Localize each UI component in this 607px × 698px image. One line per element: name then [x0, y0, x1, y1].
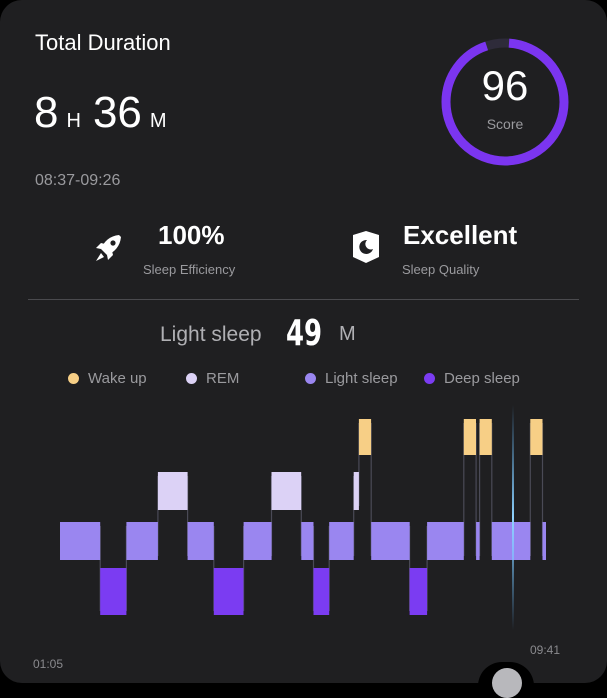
sleep-quality-label: Sleep Quality: [402, 262, 480, 277]
segment-light-sleep[interactable]: [329, 522, 354, 560]
legend-dot-deep-sleep: [424, 373, 435, 384]
duration-hours: 8: [34, 88, 59, 137]
segment-deep-sleep[interactable]: [409, 568, 428, 615]
legend-dot-light-sleep: [305, 373, 316, 384]
segment-wake-up[interactable]: [463, 419, 476, 455]
timeline-cursor[interactable]: [512, 405, 514, 630]
segment-rem[interactable]: [157, 472, 188, 510]
segment-rem[interactable]: [353, 472, 359, 510]
legend-label-rem: REM: [206, 370, 240, 387]
sleep-efficiency-label: Sleep Efficiency: [143, 262, 236, 277]
total-duration: 8 H 36 M: [34, 88, 179, 138]
legend-label-deep-sleep: Deep sleep: [444, 370, 520, 387]
segment-deep-sleep[interactable]: [100, 568, 127, 615]
segment-light-sleep[interactable]: [126, 522, 158, 560]
duration-minutes-unit: M: [149, 110, 167, 132]
moon-shield-icon: [353, 231, 379, 263]
legend-wake-up: Wake up: [68, 370, 147, 387]
segment-wake-up[interactable]: [530, 419, 543, 455]
segment-light-sleep[interactable]: [427, 522, 464, 560]
selected-stage-value: 49: [286, 313, 323, 354]
legend-label-light-sleep: Light sleep: [325, 370, 398, 387]
card-title: Total Duration: [35, 30, 171, 55]
legend-deep-sleep: Deep sleep: [424, 370, 520, 387]
legend-dot-wake-up: [68, 373, 79, 384]
segment-deep-sleep[interactable]: [213, 568, 244, 615]
sleep-quality-value: Excellent: [403, 220, 518, 250]
segment-deep-sleep[interactable]: [313, 568, 330, 615]
segment-rem[interactable]: [271, 472, 302, 510]
section-divider: [28, 299, 579, 300]
segment-light-sleep[interactable]: [476, 522, 480, 560]
rocket-icon: [96, 235, 121, 261]
bottom-handle-knob[interactable]: [492, 668, 522, 698]
segment-light-sleep[interactable]: [371, 522, 410, 560]
sleep-time-range: 08:37-09:26: [35, 172, 121, 189]
legend-label-wake-up: Wake up: [88, 370, 147, 387]
segment-light-sleep[interactable]: [243, 522, 272, 560]
duration-minutes: 36: [92, 88, 142, 137]
legend-rem: REM: [186, 370, 239, 387]
segment-light-sleep[interactable]: [542, 522, 547, 560]
selected-stage-unit: M: [339, 323, 356, 345]
duration-hours-unit: H: [66, 110, 81, 132]
segment-wake-up[interactable]: [479, 419, 492, 455]
legend-dot-rem: [186, 373, 197, 384]
score-value: 96: [481, 62, 529, 109]
legend-light-sleep: Light sleep: [305, 370, 398, 387]
sleep-efficiency-value: 100%: [158, 220, 225, 250]
sleep-summary-card: Total Duration 8 H 36 M 08:37-09:26 96 Scor…: [0, 0, 607, 683]
segment-wake-up[interactable]: [358, 419, 372, 455]
sleep-stage-timeline[interactable]: [0, 400, 607, 630]
selected-stage-label: Light sleep: [160, 323, 262, 346]
segment-light-sleep[interactable]: [60, 522, 101, 560]
segment-light-sleep[interactable]: [491, 522, 531, 560]
segment-light-sleep[interactable]: [187, 522, 214, 560]
segment-light-sleep[interactable]: [301, 522, 314, 560]
timeline-end-time: 09:41: [530, 643, 561, 657]
timeline-start-time: 01:05: [33, 657, 64, 671]
score-label: Score: [486, 116, 524, 132]
